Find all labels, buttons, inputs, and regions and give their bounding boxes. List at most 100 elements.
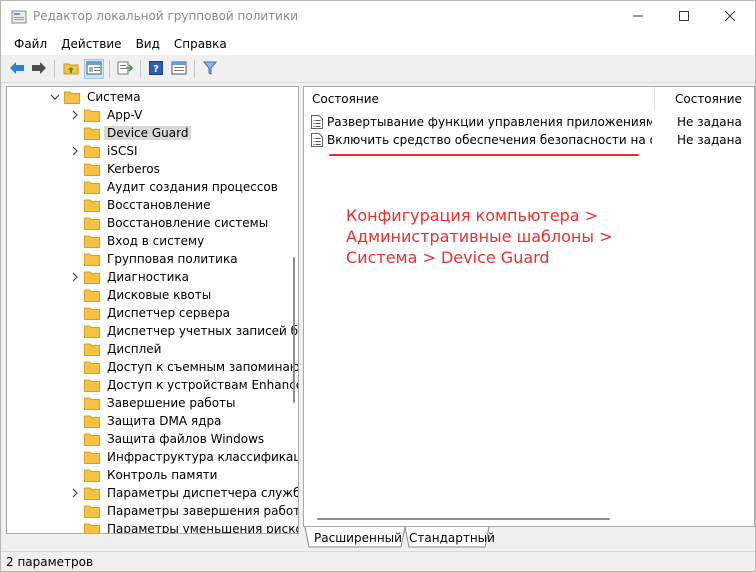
- properties-button[interactable]: [169, 59, 189, 79]
- folder-icon: [84, 108, 100, 122]
- tree-item-label: Система: [87, 90, 141, 104]
- annotation-line: Система > Device Guard: [346, 248, 550, 267]
- tree-item[interactable]: Параметры завершения работы: [7, 502, 298, 520]
- up-one-level-button[interactable]: [61, 59, 81, 79]
- folder-icon: [84, 324, 100, 338]
- tree-item-label: Доступ к устройствам Enhanced Storage: [107, 378, 298, 392]
- settings-list-pane: Состояние Состояние Развертывание функци…: [303, 86, 755, 527]
- tree-scrollbar[interactable]: [293, 257, 295, 403]
- tree-item[interactable]: Вход в систему: [7, 232, 297, 250]
- properties-icon: [171, 61, 187, 78]
- tree-item-label: Дисковые квоты: [107, 288, 212, 302]
- forward-button[interactable]: [29, 59, 49, 79]
- tree-item-system[interactable]: Система: [7, 88, 297, 106]
- folder-icon: [84, 216, 100, 230]
- column-header-setting[interactable]: Состояние: [312, 87, 379, 111]
- folder-icon: [84, 126, 100, 140]
- window-title: Редактор локальной групповой политики: [33, 9, 299, 23]
- tree-item[interactable]: Защита DMA ядра: [7, 412, 297, 430]
- tree-item[interactable]: Доступ к устройствам Enhanced Storage: [7, 376, 298, 394]
- chevron-right-icon[interactable]: [70, 487, 80, 499]
- tree-item[interactable]: Диагностика: [7, 268, 297, 286]
- tree-item-label: Диспетчер учетных записей безопасности: [107, 324, 298, 338]
- menu-help[interactable]: Справка: [167, 33, 234, 55]
- list-horizontal-scrollbar[interactable]: [317, 518, 610, 520]
- toolbar-separator: [109, 60, 110, 78]
- policy-setting-icon: [311, 115, 323, 129]
- chevron-right-icon[interactable]: [70, 109, 80, 121]
- column-divider[interactable]: [654, 87, 655, 111]
- close-button[interactable]: [707, 1, 753, 33]
- policy-setting-icon: [311, 133, 323, 147]
- title-bar[interactable]: Редактор локальной групповой политики: [1, 1, 755, 33]
- tree-item[interactable]: App-V: [7, 106, 297, 124]
- toolbar-separator: [140, 60, 141, 78]
- chevron-right-icon[interactable]: [70, 271, 80, 283]
- tree-item-label: Групповая политика: [107, 252, 238, 266]
- column-header-state[interactable]: Состояние: [675, 87, 742, 111]
- menu-bar: Файл Действие Вид Справка: [1, 33, 755, 55]
- path-annotation: Конфигурация компьютера > Административн…: [346, 205, 746, 268]
- folder-icon: [84, 144, 100, 158]
- tree-item[interactable]: Диспетчер учетных записей безопасности: [7, 322, 298, 340]
- setting-name: Включить средство обеспечения безопаснос…: [327, 133, 652, 147]
- tree-item[interactable]: Kerberos: [7, 160, 297, 178]
- tree-item[interactable]: Групповая политика: [7, 250, 297, 268]
- minimize-button[interactable]: [615, 1, 661, 33]
- tab-standard[interactable]: Стандартный: [409, 528, 495, 548]
- menu-view[interactable]: Вид: [129, 33, 167, 55]
- menu-action[interactable]: Действие: [54, 33, 128, 55]
- chevron-right-icon[interactable]: [70, 145, 80, 157]
- folder-icon: [84, 414, 100, 428]
- folder-icon: [84, 504, 100, 518]
- tree-item[interactable]: Параметры уменьшения рисков: [7, 520, 299, 534]
- back-button[interactable]: [7, 59, 27, 79]
- tree-item[interactable]: Дисковые квоты: [7, 286, 297, 304]
- tree-item[interactable]: Device Guard: [7, 124, 297, 142]
- tree-item[interactable]: Доступ к съемным запоминающим устройства…: [7, 358, 298, 376]
- show-hide-tree-button[interactable]: [84, 59, 104, 79]
- tree-item-label: App-V: [107, 108, 143, 122]
- folder-icon: [84, 342, 100, 356]
- export-list-button[interactable]: [115, 59, 135, 79]
- chevron-down-icon[interactable]: [50, 91, 60, 103]
- setting-name: Развертывание функции управления приложе…: [327, 115, 652, 129]
- folder-icon: [84, 378, 100, 392]
- tree-item-label: iSCSI: [107, 144, 138, 158]
- tree-item-label: Диагностика: [107, 270, 190, 284]
- tree-item[interactable]: Аудит создания процессов: [7, 178, 297, 196]
- tree-item[interactable]: iSCSI: [7, 142, 297, 160]
- tree-item[interactable]: Дисплей: [7, 340, 297, 358]
- filter-button[interactable]: [200, 59, 220, 79]
- up-folder-icon: [63, 61, 79, 78]
- tree-item-label: Параметры диспетчера служб: [107, 486, 299, 500]
- folder-icon: [84, 522, 100, 533]
- tree-item[interactable]: Параметры диспетчера служб: [7, 484, 299, 502]
- setting-row[interactable]: Включить средство обеспечения безопаснос…: [304, 130, 754, 150]
- svg-text:?: ?: [153, 64, 159, 75]
- tree-item-label: Завершение работы: [107, 396, 236, 410]
- setting-row[interactable]: Развертывание функции управления приложе…: [304, 112, 754, 132]
- tree-item[interactable]: Инфраструктура классификации файлов: [7, 448, 298, 466]
- toolbar-separator: [194, 60, 195, 78]
- tree-item[interactable]: Контроль памяти: [7, 466, 297, 484]
- status-bar: 2 параметров: [1, 551, 755, 571]
- tree-item[interactable]: Восстановление системы: [7, 214, 297, 232]
- tree-item[interactable]: Защита файлов Windows: [7, 430, 297, 448]
- folder-icon: [84, 450, 100, 464]
- tree-item[interactable]: Диспетчер сервера: [7, 304, 297, 322]
- back-arrow-icon: [9, 61, 25, 78]
- tree-item-label: Параметры уменьшения рисков: [107, 522, 299, 534]
- help-button[interactable]: ?: [146, 59, 166, 79]
- tree-item-label: Дисплей: [107, 342, 162, 356]
- tree-item[interactable]: Завершение работы: [7, 394, 297, 412]
- tree-item-label: Восстановление системы: [107, 216, 269, 230]
- tree-item[interactable]: Восстановление: [7, 196, 297, 214]
- tree-pane[interactable]: Система App-V Device Guard iSCSI Kerberos Ау…: [6, 86, 299, 534]
- maximize-button[interactable]: [661, 1, 707, 33]
- view-tabs: Расширенный Стандартный: [303, 527, 755, 551]
- folder-icon: [64, 90, 80, 104]
- tab-extended[interactable]: Расширенный: [314, 528, 402, 548]
- menu-file[interactable]: Файл: [7, 33, 54, 55]
- help-icon: ?: [149, 60, 163, 78]
